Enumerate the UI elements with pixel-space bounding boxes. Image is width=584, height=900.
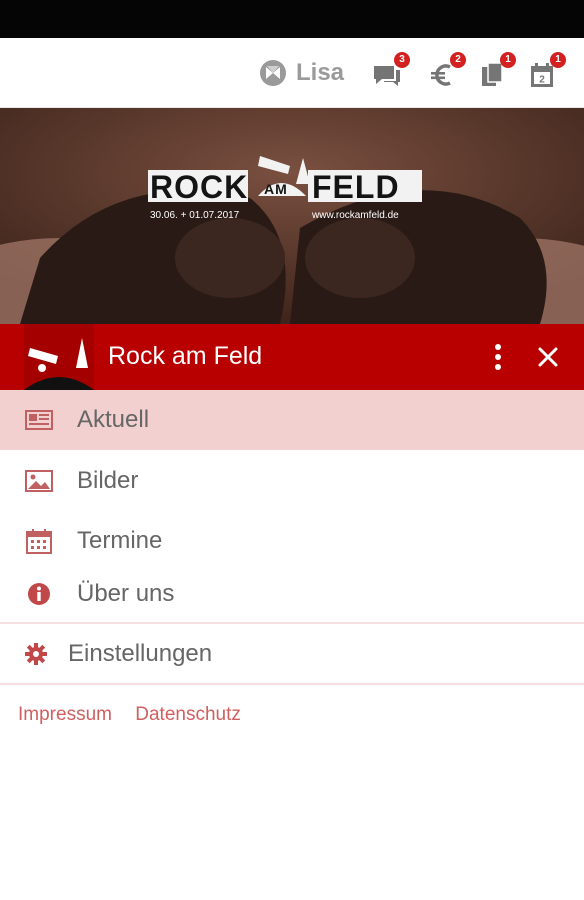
logo-rock: ROCK <box>150 169 249 205</box>
app-logo <box>24 324 94 390</box>
footer-divider <box>0 683 584 685</box>
gear-icon <box>25 643 47 665</box>
close-icon <box>538 347 558 367</box>
menu-item-ueber-uns[interactable]: Über uns <box>0 564 584 624</box>
menu-item-label: Bilder <box>77 467 139 494</box>
info-icon <box>28 583 50 605</box>
messages-badge: 3 <box>394 52 410 68</box>
trailer-logo-icon <box>24 338 94 390</box>
documents-badge: 1 <box>500 52 516 68</box>
messages-button[interactable]: 3 <box>372 52 410 92</box>
settings-label: Einstellungen <box>68 640 213 667</box>
menu-item-einstellungen[interactable]: Einstellungen <box>0 624 584 684</box>
svg-text:2: 2 <box>539 75 545 86</box>
documents-button[interactable]: 1 <box>478 52 516 92</box>
calendar-badge: 1 <box>550 52 566 68</box>
top-bar: Lisa 3 2 1 2 1 <box>0 38 584 108</box>
menu-item-label: Aktuell <box>77 406 150 433</box>
close-drawer-button[interactable] <box>534 342 562 372</box>
menu-item-bilder[interactable]: Bilder <box>0 451 584 511</box>
hero-banner: ROCK AM FELD 30.06. + 01.07.2017 www.roc… <box>0 108 584 324</box>
user-name: Lisa <box>296 59 345 86</box>
footer-links: Impressum Datenschutz <box>18 704 259 726</box>
menu-item-aktuell[interactable]: Aktuell <box>0 390 584 450</box>
more-vert-icon <box>495 344 501 370</box>
datenschutz-link[interactable]: Datenschutz <box>135 704 241 725</box>
menu-item-termine[interactable]: Termine <box>0 511 584 571</box>
event-logo: ROCK AM FELD 30.06. + 01.07.2017 www.roc… <box>148 156 422 224</box>
event-dates: 30.06. + 01.07.2017 <box>150 210 240 221</box>
payments-badge: 2 <box>450 52 466 68</box>
calendar-button[interactable]: 2 1 <box>528 52 566 92</box>
event-website: www.rockamfeld.de <box>312 210 399 221</box>
more-options-button[interactable] <box>484 342 512 372</box>
menu-item-label: Termine <box>77 527 163 554</box>
status-bar <box>0 0 584 38</box>
impressum-link[interactable]: Impressum <box>18 704 112 725</box>
image-icon <box>25 470 53 492</box>
user-chip[interactable]: Lisa <box>258 56 344 90</box>
logo-feld: FELD <box>312 169 400 205</box>
drawer-title: Rock am Feld <box>108 342 263 370</box>
user-logo-icon <box>260 60 286 86</box>
drawer-header: Rock am Feld <box>0 324 584 390</box>
payments-button[interactable]: 2 <box>428 52 466 92</box>
newspaper-icon <box>25 410 53 430</box>
calendar-icon <box>26 529 52 554</box>
logo-am: AM <box>264 181 288 197</box>
menu-item-label: Über uns <box>77 580 175 607</box>
